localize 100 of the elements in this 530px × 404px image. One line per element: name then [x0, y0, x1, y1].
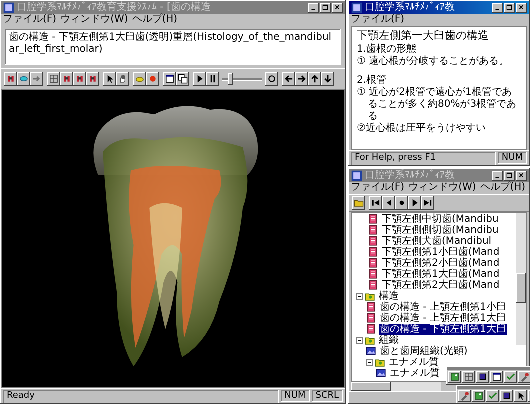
maximize-button[interactable]: [320, 2, 331, 12]
window-title: 口腔学系ﾏﾙﾁﾒﾃﾞｨｱ教育支援ｼｽﾃﾑ - [歯の構造: [17, 1, 212, 14]
pointer-button[interactable]: [103, 72, 116, 86]
collapse-icon[interactable]: [366, 359, 373, 366]
picture-button[interactable]: [448, 371, 461, 383]
menu-item[interactable]: ファイル(F): [3, 14, 57, 26]
tool-icon: [460, 391, 470, 401]
document-icon: [368, 269, 379, 280]
tree-item[interactable]: 構造: [378, 291, 400, 302]
tree-item[interactable]: 歯の構造 - 上顎左側第1大臼: [379, 313, 508, 324]
text-paragraph: ① 遠心根が分岐することがある。: [357, 56, 510, 68]
pointer-button[interactable]: [514, 390, 527, 402]
close-button[interactable]: [332, 2, 343, 12]
menu-item[interactable]: ファイル(F): [351, 14, 405, 26]
document-icon: [368, 247, 379, 258]
menu-item[interactable]: ウィンドウ(W): [60, 14, 128, 26]
folder-icon: [365, 335, 376, 346]
grid-icon: [48, 74, 58, 84]
previous-button[interactable]: [382, 196, 395, 210]
dot-button[interactable]: [395, 196, 408, 210]
minimize-button[interactable]: [492, 2, 503, 12]
document-icon: [368, 280, 379, 291]
check-button[interactable]: [486, 390, 499, 402]
document-icon: [368, 236, 379, 247]
tool-icon: [520, 372, 530, 382]
arrow-up-button[interactable]: [308, 72, 321, 86]
tree-item[interactable]: 下顎左側犬歯(Mandibul: [381, 236, 493, 247]
tree-item[interactable]: エナメル質: [389, 368, 441, 379]
minimize-button[interactable]: [308, 2, 319, 12]
tree-item[interactable]: 歯と歯周組織(光顕): [379, 346, 469, 357]
zoom-slider[interactable]: [222, 72, 262, 86]
hand-button[interactable]: [116, 72, 129, 86]
tree-item[interactable]: 下顎左側第1小臼歯(Mand: [381, 247, 501, 258]
text-paragraph: ②近心根は圧平をうけやすい: [357, 123, 487, 135]
arrow-up-icon: [310, 74, 320, 84]
tree-item[interactable]: 下顎左側側切歯(Mandibu: [381, 225, 500, 236]
slider-thumb[interactable]: [228, 73, 233, 85]
windows-button[interactable]: [176, 72, 189, 86]
close-button[interactable]: [516, 2, 527, 12]
tree-item[interactable]: 歯の構造 - 下顎左側第1大臼: [379, 324, 508, 335]
check-button[interactable]: [504, 371, 517, 383]
folder-icon: [354, 198, 364, 208]
menu-item[interactable]: ファイル(F): [351, 182, 405, 194]
window-button[interactable]: [490, 371, 503, 383]
vertical-scrollbar[interactable]: [516, 213, 526, 345]
window-title: 口腔学系ﾏﾙﾁﾒﾃﾞｨｱ教: [365, 1, 456, 14]
circle-button[interactable]: [146, 72, 159, 86]
tree-item[interactable]: 下顎左側中切歯(Mandibu: [381, 214, 500, 225]
menu-item[interactable]: ヘルプ(H): [132, 14, 178, 26]
picture-button[interactable]: [472, 390, 485, 402]
arrow-left-icon: [284, 74, 294, 84]
circle-icon: [148, 74, 158, 84]
document-icon: [368, 258, 379, 269]
arrow-right-button[interactable]: [295, 72, 308, 86]
square-icon: [502, 391, 512, 401]
tree-item[interactable]: エナメル質: [388, 357, 440, 368]
tree-item[interactable]: 下顎左側第2小臼歯(Mand: [381, 258, 501, 269]
tree-item[interactable]: 下顎左側第2大臼歯(Mand: [381, 280, 501, 291]
description-field[interactable]: 歯の構造 - 下顎左側第1大臼歯(透明)重層(Histology_of_the_mandibular_left_first_molar): [5, 29, 341, 65]
square-button[interactable]: [476, 371, 489, 383]
skip-end-button[interactable]: [421, 196, 434, 210]
maximize-button[interactable]: [504, 170, 515, 180]
pause-button[interactable]: [206, 72, 219, 86]
menu-item[interactable]: ウィンドウ(W): [408, 182, 476, 194]
menu-item[interactable]: ヘルプ(H): [480, 182, 526, 194]
maximize-icon: [506, 4, 514, 12]
minimize-button[interactable]: [492, 170, 503, 180]
move-button[interactable]: [30, 72, 43, 86]
arrow-left-button[interactable]: [282, 72, 295, 86]
tool-button[interactable]: [518, 371, 530, 383]
grid-button[interactable]: [462, 371, 475, 383]
app-icon: [351, 2, 363, 14]
tree-item[interactable]: 下顎左側第1大臼歯(Mand: [381, 269, 501, 280]
grid-icon: [464, 372, 474, 382]
picture-icon: [366, 346, 377, 357]
grid-button[interactable]: [47, 72, 60, 86]
tree-item[interactable]: 歯の構造 - 上顎左側第1小臼: [379, 302, 508, 313]
document-icon: [366, 324, 377, 335]
folder-button[interactable]: [352, 196, 365, 210]
tool-button[interactable]: [458, 390, 471, 402]
arrow-right-icon: [296, 74, 306, 84]
arrow-down-button[interactable]: [321, 72, 334, 86]
square-button[interactable]: [500, 390, 513, 402]
horizontal-scrollbar[interactable]: [351, 382, 441, 391]
windows-icon: [178, 74, 188, 84]
window-button[interactable]: [163, 72, 176, 86]
status-text: NUM: [498, 152, 527, 164]
folder-icon: [375, 357, 386, 368]
collapse-icon[interactable]: [356, 337, 363, 344]
tree-item[interactable]: 組織: [378, 335, 400, 346]
close-button[interactable]: [516, 170, 527, 180]
ellipse-button[interactable]: [133, 72, 146, 86]
window-title: 口腔学系ﾏﾙﾁﾒﾃﾞｨｱ教: [365, 169, 456, 182]
skip-start-button[interactable]: [369, 196, 382, 210]
picture-icon: [450, 372, 460, 382]
maximize-button[interactable]: [504, 2, 515, 12]
play-button[interactable]: [408, 196, 421, 210]
play-button[interactable]: [193, 72, 206, 86]
collapse-icon[interactable]: [356, 293, 363, 300]
app-icon: [3, 2, 15, 14]
